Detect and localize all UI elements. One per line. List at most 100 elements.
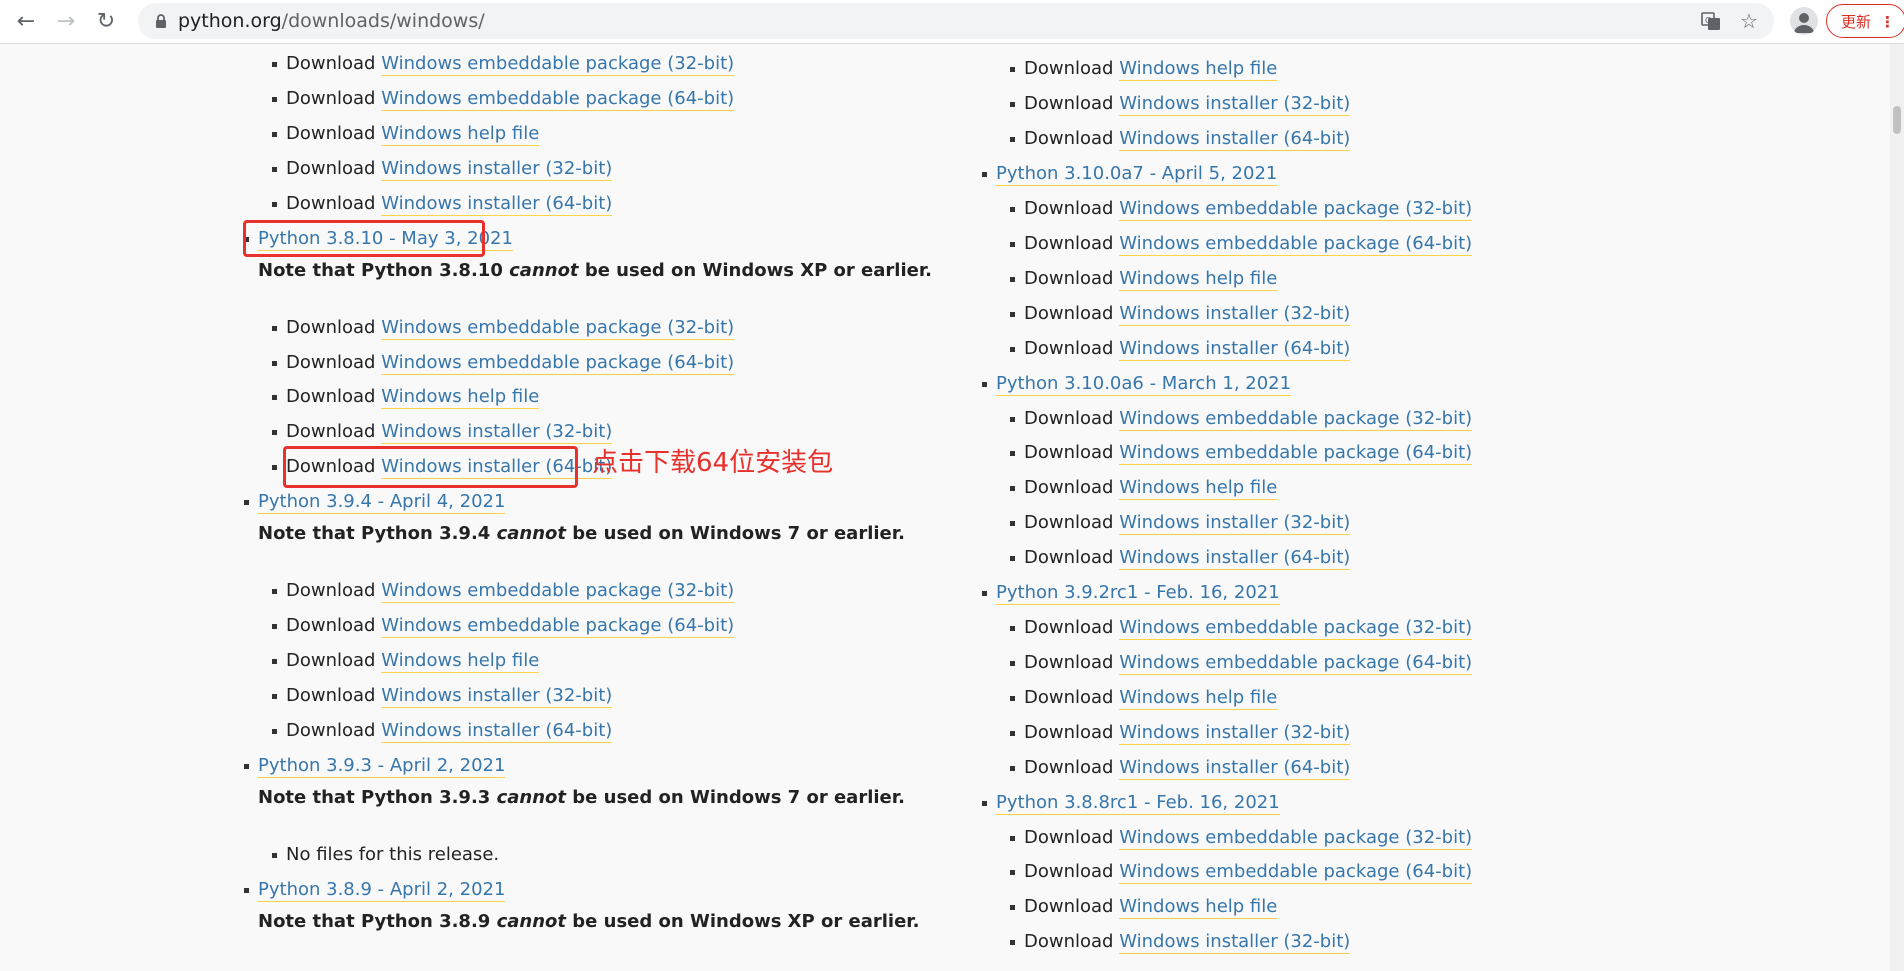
- download-link[interactable]: Windows installer (32-bit): [381, 421, 613, 444]
- download-link[interactable]: Windows embeddable package (64-bit): [381, 88, 735, 111]
- download-link[interactable]: Windows installer (32-bit): [381, 685, 613, 708]
- list-item: Download Windows embeddable package (32-…: [1010, 613, 1473, 643]
- release-item: Python 3.10.0a7 - April 5, 2021: [982, 159, 1278, 189]
- download-link[interactable]: Windows embeddable package (64-bit): [381, 352, 735, 375]
- download-link[interactable]: Windows embeddable package (64-bit): [381, 615, 735, 638]
- scrollbar-thumb[interactable]: [1893, 106, 1901, 134]
- download-link[interactable]: Windows installer (32-bit): [381, 158, 613, 181]
- download-link[interactable]: Windows embeddable package (32-bit): [1119, 198, 1473, 221]
- list-item: Download Windows embeddable package (32-…: [1010, 404, 1473, 434]
- download-link[interactable]: Windows help file: [1119, 477, 1278, 500]
- list-item: Download Windows help file: [272, 646, 540, 676]
- list-item: Download Windows installer (32-bit): [272, 154, 613, 184]
- download-link[interactable]: Windows embeddable package (32-bit): [1119, 408, 1473, 431]
- download-link[interactable]: Windows help file: [381, 386, 540, 409]
- list-item: Download Windows embeddable package (64-…: [1010, 648, 1473, 678]
- list-item: Download Windows installer (32-bit): [272, 681, 613, 711]
- star-bookmark-icon[interactable]: ☆: [1738, 10, 1760, 32]
- translate-icon[interactable]: G: [1700, 10, 1722, 32]
- download-link[interactable]: Windows embeddable package (32-bit): [1119, 827, 1473, 850]
- list-item: Download Windows embeddable package (32-…: [272, 49, 735, 79]
- download-link[interactable]: Windows embeddable package (64-bit): [1119, 652, 1473, 675]
- back-arrow-icon[interactable]: ←: [12, 8, 40, 36]
- list-item: Download Windows embeddable package (64-…: [1010, 229, 1473, 259]
- download-link[interactable]: Windows installer (64-bit): [1119, 338, 1351, 361]
- list-item: Download Windows embeddable package (64-…: [272, 348, 735, 378]
- release-link[interactable]: Python 3.10.0a7 - April 5, 2021: [996, 163, 1278, 186]
- release-note: Note that Python 3.9.3 cannot be used on…: [258, 787, 905, 808]
- list-item: Download Windows installer (64-bit): [272, 716, 613, 746]
- release-link[interactable]: Python 3.9.4 - April 4, 2021: [258, 491, 506, 514]
- list-item: Download Windows installer (64-bit): [1010, 543, 1351, 573]
- download-link[interactable]: Windows installer (32-bit): [1119, 93, 1351, 116]
- download-link[interactable]: Windows embeddable package (32-bit): [381, 317, 735, 340]
- download-link[interactable]: Windows embeddable package (32-bit): [1119, 617, 1473, 640]
- release-note: Note that Python 3.8.9 cannot be used on…: [258, 911, 920, 932]
- download-link[interactable]: Windows help file: [1119, 896, 1278, 919]
- release-note: Note that Python 3.8.10 cannot be used o…: [258, 260, 932, 281]
- list-item: No files for this release.: [272, 840, 499, 870]
- download-link[interactable]: Windows embeddable package (64-bit): [1119, 861, 1473, 884]
- download-link[interactable]: Windows installer (64-bit): [1119, 757, 1351, 780]
- profile-avatar-icon[interactable]: [1790, 7, 1818, 35]
- download-link[interactable]: Windows embeddable package (64-bit): [1119, 233, 1473, 256]
- download-link[interactable]: Windows installer (64-bit): [381, 720, 613, 743]
- list-item: Download Windows embeddable package (32-…: [1010, 823, 1473, 853]
- download-link[interactable]: Windows help file: [381, 123, 540, 146]
- annotation-text: 点击下载64位安装包: [592, 448, 834, 478]
- page-scrollbar[interactable]: [1890, 44, 1904, 971]
- download-link[interactable]: Windows help file: [1119, 58, 1278, 81]
- list-item: Download Windows installer (64-bit): [1010, 753, 1351, 783]
- update-button[interactable]: 更新 ⋮: [1826, 4, 1904, 38]
- download-link[interactable]: Windows help file: [381, 650, 540, 673]
- list-item: Download Windows help file: [1010, 892, 1278, 922]
- forward-arrow-icon[interactable]: →: [52, 8, 80, 36]
- release-item: Python 3.10.0a6 - March 1, 2021: [982, 369, 1292, 399]
- download-link[interactable]: Windows installer (32-bit): [1119, 722, 1351, 745]
- list-item: Download Windows installer (64-bit): [272, 189, 613, 219]
- list-item: Download Windows help file: [1010, 683, 1278, 713]
- list-item: Download Windows embeddable package (32-…: [1010, 194, 1473, 224]
- page-content: Download Windows embeddable package (32-…: [0, 44, 1890, 971]
- release-item: Python 3.8.9 - April 2, 2021: [244, 875, 506, 905]
- download-link[interactable]: Windows installer (64-bit): [1119, 547, 1351, 570]
- more-menu-icon[interactable]: ⋮: [1880, 5, 1895, 39]
- list-item: Download Windows help file: [1010, 54, 1278, 84]
- reload-icon[interactable]: ↻: [92, 8, 120, 36]
- download-link[interactable]: Windows installer (32-bit): [1119, 512, 1351, 535]
- list-item: Download Windows help file: [272, 119, 540, 149]
- highlight-box-download: [283, 446, 578, 488]
- address-bar[interactable]: python.org/downloads/windows/ G ☆: [138, 3, 1774, 39]
- list-item: Download Windows installer (64-bit): [1010, 334, 1351, 364]
- list-item: Download Windows installer (32-bit): [1010, 718, 1351, 748]
- list-item: Download Windows embeddable package (64-…: [272, 611, 735, 641]
- download-link[interactable]: Windows help file: [1119, 687, 1278, 710]
- list-item: Download Windows installer (64-bit): [1010, 124, 1351, 154]
- download-link[interactable]: Windows embeddable package (32-bit): [381, 53, 735, 76]
- download-link[interactable]: Windows embeddable package (32-bit): [381, 580, 735, 603]
- release-link[interactable]: Python 3.9.2rc1 - Feb. 16, 2021: [996, 582, 1280, 605]
- release-link[interactable]: Python 3.8.8rc1 - Feb. 16, 2021: [996, 792, 1280, 815]
- release-link[interactable]: Python 3.10.0a6 - March 1, 2021: [996, 373, 1292, 396]
- list-item: Download Windows installer (32-bit): [272, 417, 613, 447]
- release-item: Python 3.9.4 - April 4, 2021: [244, 487, 506, 517]
- list-item: Download Windows embeddable package (32-…: [272, 313, 735, 343]
- download-link[interactable]: Windows installer (64-bit): [381, 193, 613, 216]
- list-item: Download Windows installer (32-bit): [1010, 927, 1351, 957]
- release-item: Python 3.8.8rc1 - Feb. 16, 2021: [982, 788, 1280, 818]
- list-item: Download Windows installer (32-bit): [1010, 508, 1351, 538]
- download-link[interactable]: Windows installer (64-bit): [1119, 128, 1351, 151]
- browser-toolbar: ← → ↻ python.org/downloads/windows/ G ☆ …: [0, 0, 1904, 44]
- download-link[interactable]: Windows installer (32-bit): [1119, 931, 1351, 954]
- download-link[interactable]: Windows help file: [1119, 268, 1278, 291]
- svg-text:G: G: [1705, 16, 1711, 25]
- release-note: Note that Python 3.9.4 cannot be used on…: [258, 523, 905, 544]
- url-text: python.org/downloads/windows/: [178, 10, 485, 32]
- list-item: Download Windows embeddable package (64-…: [272, 84, 735, 114]
- list-item: Download Windows help file: [1010, 264, 1278, 294]
- release-link[interactable]: Python 3.9.3 - April 2, 2021: [258, 755, 506, 778]
- list-item: Download Windows embeddable package (64-…: [1010, 857, 1473, 887]
- release-link[interactable]: Python 3.8.9 - April 2, 2021: [258, 879, 506, 902]
- download-link[interactable]: Windows embeddable package (64-bit): [1119, 442, 1473, 465]
- download-link[interactable]: Windows installer (32-bit): [1119, 303, 1351, 326]
